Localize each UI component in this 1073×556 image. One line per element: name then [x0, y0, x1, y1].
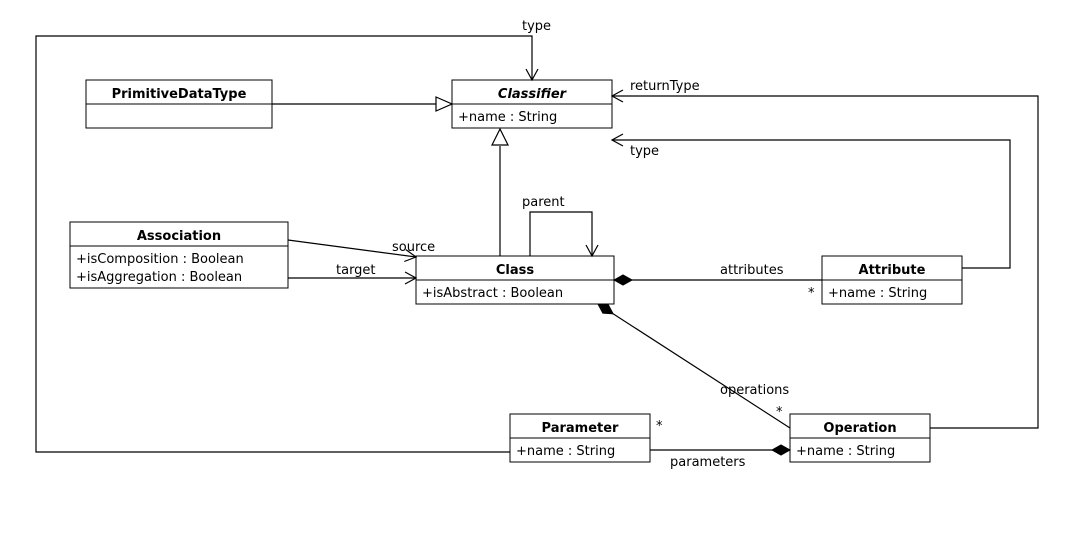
uml-diagram: Classifier +name : String PrimitiveDataT…: [0, 0, 1073, 556]
label-attributes-mult: *: [808, 286, 815, 301]
assoc-attr-type: [612, 140, 1010, 268]
class-association-box: Association +isComposition : Boolean +is…: [70, 222, 288, 288]
parameter-title: Parameter: [542, 421, 620, 436]
association-title: Association: [137, 229, 221, 244]
assoc-parent: [530, 212, 592, 256]
label-operations: operations: [720, 383, 789, 398]
class-classifier: Classifier +name : String: [452, 80, 612, 128]
parameter-attr-0: +name : String: [516, 444, 615, 459]
label-source: source: [392, 240, 435, 255]
label-type-attr: type: [630, 144, 659, 159]
label-parent: parent: [522, 195, 565, 210]
label-parameters: parameters: [670, 455, 746, 470]
label-parameters-mult: *: [656, 419, 663, 434]
label-returntype: returnType: [630, 79, 700, 94]
label-target: target: [336, 263, 376, 278]
label-attributes: attributes: [720, 263, 784, 278]
comp-operations: [598, 304, 790, 428]
association-attr-1: +isAggregation : Boolean: [76, 270, 242, 285]
class-primitivedatatype: PrimitiveDataType: [86, 80, 272, 128]
primitivedatatype-title: PrimitiveDataType: [112, 87, 247, 102]
classifier-title: Classifier: [498, 87, 568, 102]
attribute-attr-0: +name : String: [828, 286, 927, 301]
operation-title: Operation: [823, 421, 896, 436]
operation-attr-0: +name : String: [796, 444, 895, 459]
class-title: Class: [496, 263, 535, 278]
gen-class-to-classifier-head: [492, 129, 508, 145]
class-attr-0: +isAbstract : Boolean: [422, 286, 563, 301]
class-attribute: Attribute +name : String: [822, 256, 962, 304]
classifier-attr-0: +name : String: [458, 110, 557, 125]
label-type-top: type: [522, 19, 551, 34]
association-attr-0: +isComposition : Boolean: [76, 252, 244, 267]
class-class: Class +isAbstract : Boolean: [416, 256, 614, 304]
class-parameter: Parameter +name : String: [510, 414, 650, 462]
attribute-title: Attribute: [859, 263, 926, 278]
label-operations-mult: *: [776, 405, 783, 420]
class-operation: Operation +name : String: [790, 414, 930, 462]
